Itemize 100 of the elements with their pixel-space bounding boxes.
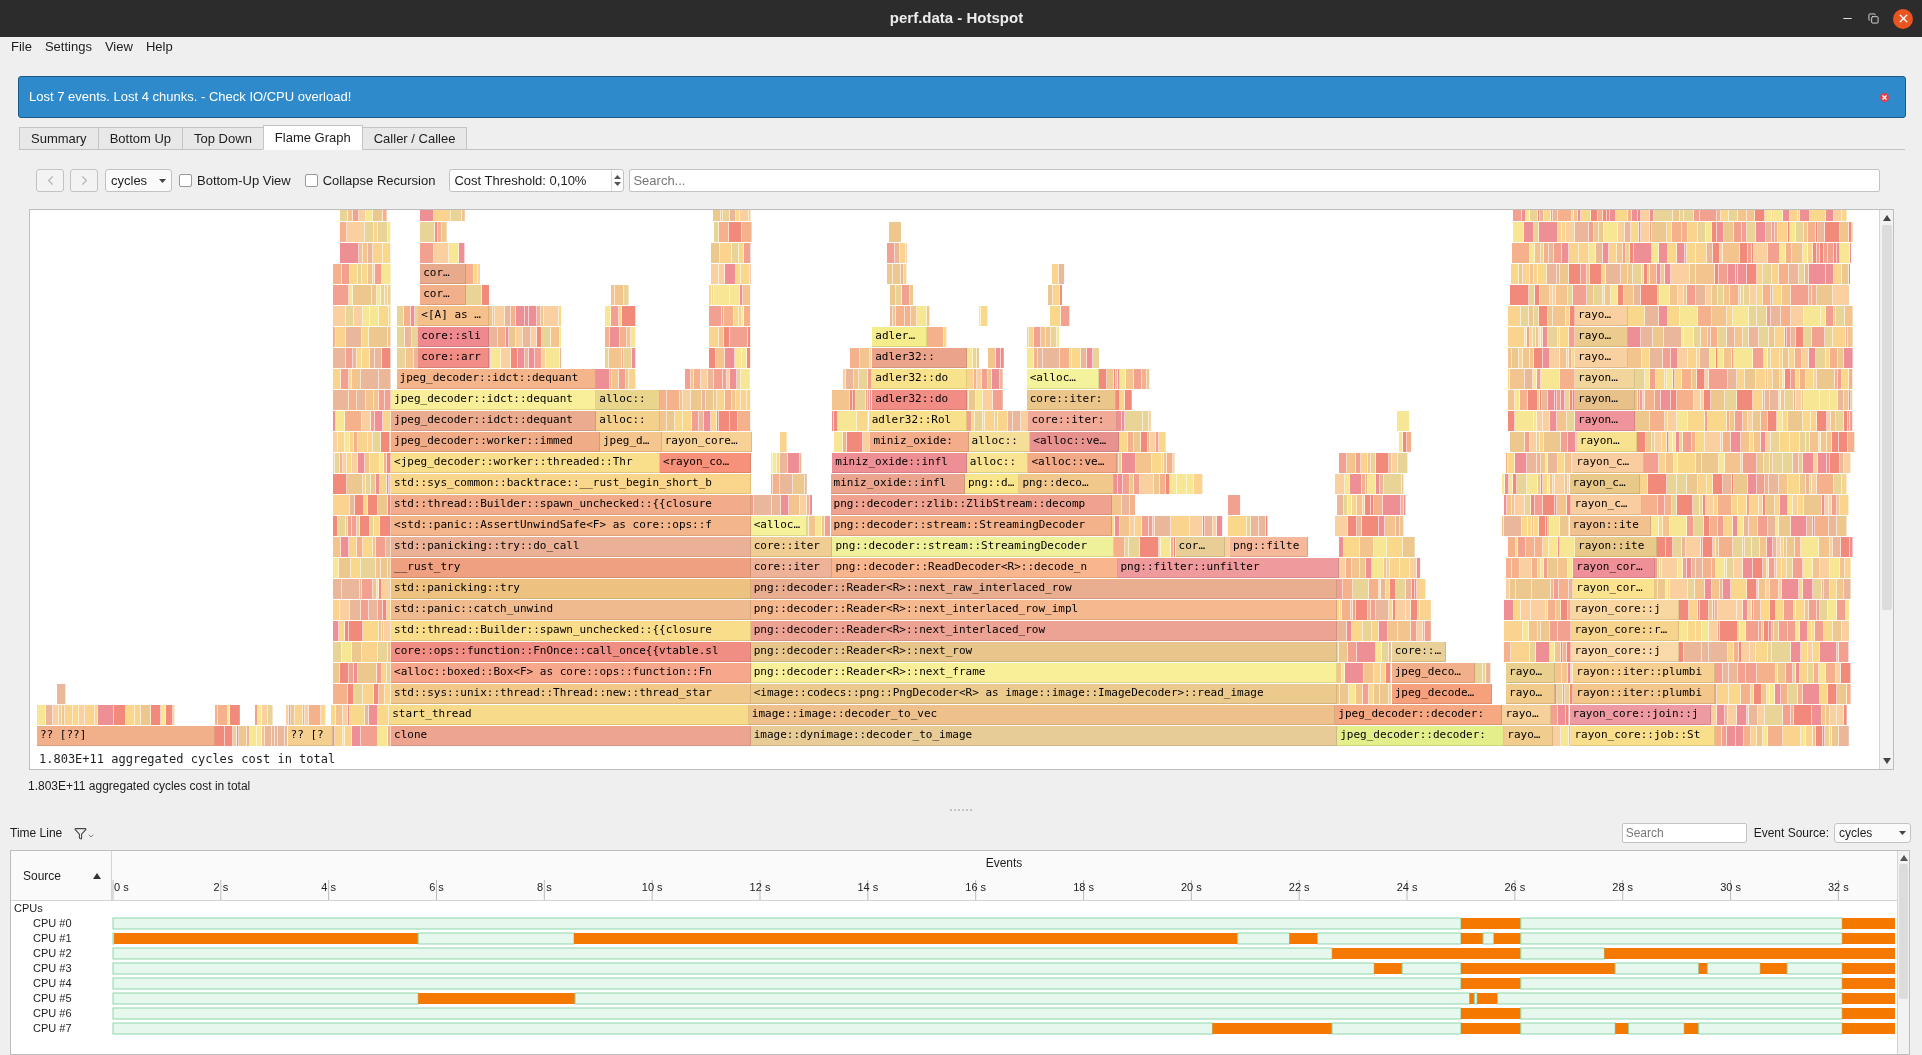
flame-frame[interactable]: png::decoder::stream::StreamingDecoder	[830, 516, 1112, 536]
flame-frame[interactable]: rayon::ite	[1575, 537, 1657, 557]
flame-frame[interactable]: jpeg_d…	[599, 432, 662, 452]
flame-frame[interactable]: core::iter:	[1028, 411, 1118, 431]
flame-frame[interactable]: <alloc…	[750, 516, 807, 536]
flame-frame[interactable]: rayon_core::r…	[1571, 621, 1679, 641]
flame-frame[interactable]: alloc::	[596, 390, 660, 410]
flame-frame[interactable]: adler32::do	[872, 369, 967, 389]
flame-frame[interactable]: adler32::do	[872, 390, 967, 410]
flame-frame[interactable]: jpeg_decoder::decoder:	[1335, 705, 1503, 725]
flame-frame[interactable]: rayon::ite	[1569, 516, 1652, 536]
flame-frame[interactable]: <alloc…	[1026, 369, 1100, 389]
tab[interactable]: Flame Graph	[262, 125, 363, 150]
flame-frame[interactable]: clone	[391, 726, 751, 746]
flame-frame[interactable]: core::sli	[418, 327, 490, 347]
flame-frame[interactable]: std::panicking::try	[391, 579, 751, 599]
tab[interactable]: Summary	[19, 127, 99, 150]
flame-frame[interactable]: rayon_c…	[1571, 495, 1643, 515]
flame-frame[interactable]: png::d…	[964, 474, 1020, 494]
flame-frame[interactable]: alloc::	[966, 453, 1029, 473]
flame-frame[interactable]: rayon_c…	[1569, 474, 1641, 494]
flame-frame[interactable]: __rust_try	[391, 558, 751, 578]
flame-frame[interactable]: start_thread	[389, 705, 749, 725]
flame-frame[interactable]: <jpeg_decoder::worker::threaded::Thr	[391, 453, 660, 473]
flame-frame[interactable]: rayo…	[1575, 348, 1628, 368]
flame-frame[interactable]: rayon…	[1575, 390, 1635, 410]
flame-frame[interactable]: adler32::	[872, 348, 967, 368]
flame-frame[interactable]: rayo…	[1575, 327, 1628, 347]
flame-frame[interactable]: jpeg_decoder::worker::immed	[391, 432, 600, 452]
flame-frame[interactable]: std::panic::catch_unwind	[391, 600, 751, 620]
flame-frame[interactable]: rayon_core::join::j	[1569, 705, 1712, 725]
flame-frame[interactable]: rayon…	[1576, 432, 1637, 452]
flame-frame[interactable]: alloc::	[968, 432, 1031, 452]
tab[interactable]: Bottom Up	[97, 127, 184, 150]
flame-frame[interactable]: rayo…	[1506, 684, 1556, 704]
flame-frame[interactable]: core::arr	[418, 348, 490, 368]
event-source-dropdown[interactable]: cycles	[1834, 823, 1911, 843]
flame-frame[interactable]: rayon…	[1575, 369, 1635, 389]
flame-frame[interactable]: <alloc::boxed::Box<F> as core::ops::function::Fn	[391, 663, 751, 683]
flame-frame[interactable]: png::decoder::Reader<R>::next_raw_interlaced_row	[750, 579, 1338, 599]
flame-frame[interactable]: core::ops::function::FnOnce::call_once{{vtable.sl	[391, 642, 751, 662]
flame-frame[interactable]: rayo…	[1506, 663, 1556, 683]
flame-frame[interactable]: image::dynimage::decoder_to_image	[750, 726, 1338, 746]
flame-frame[interactable]: cor…	[420, 264, 466, 284]
flame-frame[interactable]: png::decoder::Reader<R>::next_interlaced_row	[750, 621, 1338, 641]
flame-frame[interactable]: jpeg_decoder::decoder:	[1337, 726, 1505, 746]
flame-frame[interactable]: png::filter::unfilter	[1117, 558, 1340, 578]
flame-frame[interactable]: png::filte	[1230, 537, 1309, 557]
event-type-dropdown[interactable]: cycles	[105, 169, 172, 192]
flame-frame[interactable]: std::thread::Builder::spawn_unchecked::{{closure	[391, 495, 751, 515]
flame-frame[interactable]: png::decoder::Reader<R>::next_frame	[750, 663, 1338, 683]
flame-frame[interactable]: jpeg_decoder::idct::dequant	[391, 390, 597, 410]
flame-frame[interactable]: rayon_core::job::St	[1571, 726, 1715, 746]
flame-frame[interactable]: png::decoder::Reader<R>::next_row	[750, 642, 1338, 662]
flame-frame[interactable]: <alloc::ve…	[1028, 453, 1118, 473]
flame-frame[interactable]: png::deco…	[1019, 474, 1114, 494]
tab[interactable]: Top Down	[182, 127, 264, 150]
column-header[interactable]: Events	[112, 851, 1896, 874]
flame-frame[interactable]: adler32::Rol	[868, 411, 967, 431]
flame-frame[interactable]: miniz_oxide::infl	[832, 453, 967, 473]
menu-item[interactable]: Help	[145, 37, 173, 57]
flame-frame[interactable]: ?? [??]	[37, 726, 215, 746]
flame-frame[interactable]: rayon_core::j	[1571, 600, 1679, 620]
flame-frame[interactable]: rayon_core…	[661, 432, 753, 452]
flame-frame[interactable]: std::thread::Builder::spawn_unchecked::{{closure	[391, 621, 751, 641]
flame-frame[interactable]: core::iter:	[1026, 390, 1116, 410]
flame-frame[interactable]: rayo…	[1504, 726, 1554, 746]
flame-frame[interactable]: rayo…	[1575, 306, 1628, 326]
cost-threshold-spinbox[interactable]: Cost Threshold: 0,10%	[449, 169, 625, 192]
flame-frame[interactable]: rayon::iter::plumbi	[1573, 663, 1715, 683]
flame-frame[interactable]: std::panicking::try::do_call	[391, 537, 751, 557]
tab[interactable]: Caller / Callee	[361, 127, 468, 150]
flame-frame[interactable]: std::sys::unix::thread::Thread::new::thread_star	[391, 684, 751, 704]
flame-frame[interactable]: png::decoder::Reader<R>::next_interlaced_row_impl	[750, 600, 1338, 620]
flame-frame[interactable]: image::image::decoder_to_vec	[748, 705, 1336, 725]
flame-frame[interactable]: rayon::iter::plumbi	[1573, 684, 1715, 704]
flame-frame[interactable]: png::decoder::stream::StreamingDecoder	[832, 537, 1114, 557]
flame-frame[interactable]: core::iter	[750, 558, 833, 578]
flame-frame[interactable]: <image::codecs::png::PngDecoder<R> as image::image::ImageDecoder>::read_image	[750, 684, 1338, 704]
flame-frame[interactable]: rayon_cor…	[1573, 558, 1655, 578]
flame-frame[interactable]: adler…	[872, 327, 927, 347]
flame-frame[interactable]: <alloc::ve…	[1030, 432, 1120, 452]
menu-item[interactable]: View	[104, 37, 133, 57]
flame-frame[interactable]: <rayon_co…	[659, 453, 751, 473]
flame-frame[interactable]: jpeg_deco…	[1391, 663, 1476, 683]
flame-frame[interactable]: rayon_cor…	[1573, 579, 1655, 599]
flame-frame[interactable]: ?? [?	[287, 726, 333, 746]
flame-frame[interactable]: png::decoder::zlib::ZlibStream::decomp	[830, 495, 1113, 515]
menu-item[interactable]: Settings	[44, 37, 92, 57]
flame-frame[interactable]: cor…	[420, 285, 466, 305]
flame-frame[interactable]: alloc::	[596, 411, 660, 431]
flame-frame[interactable]: miniz_oxide:	[870, 432, 969, 452]
menu-item[interactable]: File	[11, 37, 32, 57]
flame-frame[interactable]: rayo…	[1502, 705, 1552, 725]
flame-frame[interactable]: core::…	[1391, 642, 1447, 662]
search-field[interactable]: Search	[1621, 823, 1747, 843]
flame-frame[interactable]: core::iter	[750, 537, 833, 557]
column-header[interactable]: Source	[11, 851, 112, 900]
flame-frame[interactable]: jpeg_decoder::idct::dequant	[396, 369, 597, 389]
flame-frame[interactable]: <[A] as …	[418, 306, 490, 326]
